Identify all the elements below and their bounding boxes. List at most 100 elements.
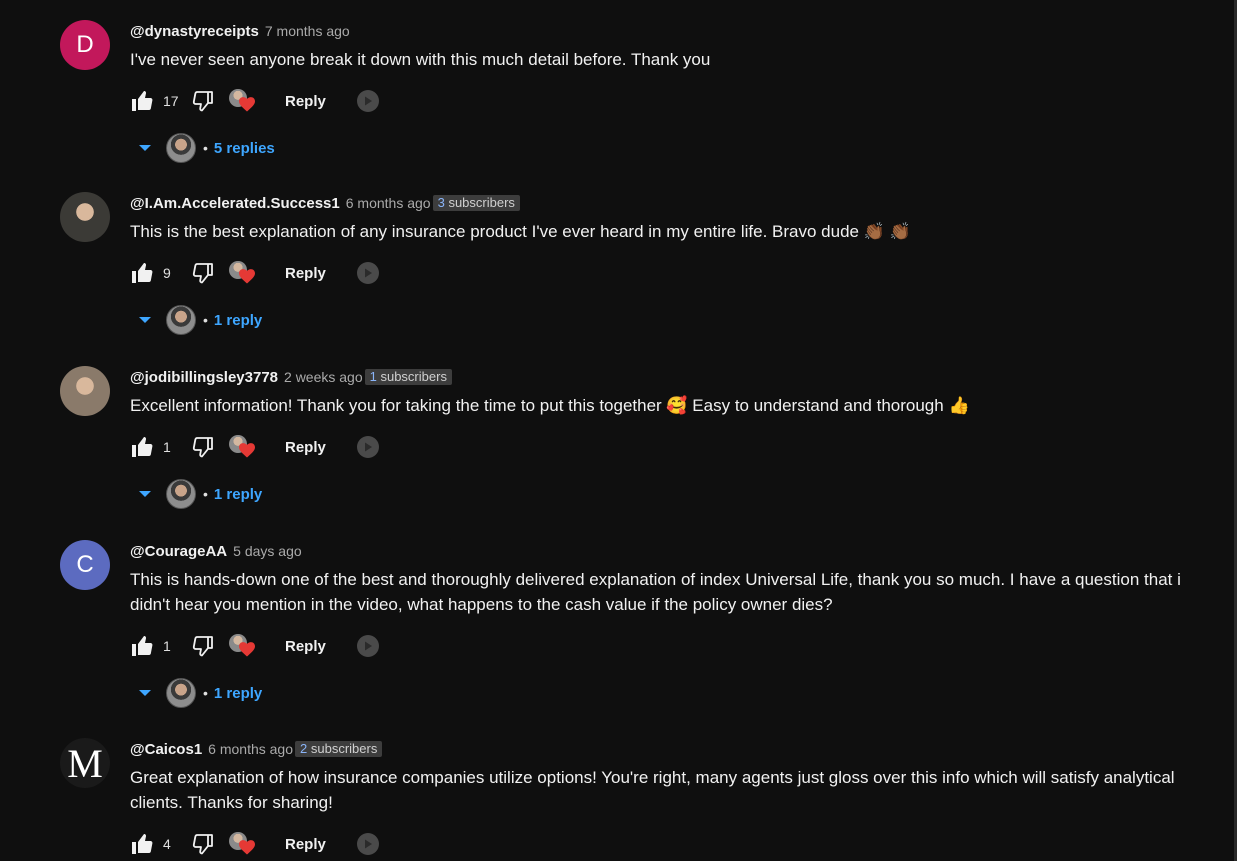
share-icon (356, 436, 379, 458)
separator-dot: • (203, 685, 208, 701)
chevron-down-icon[interactable] (138, 315, 152, 325)
separator-dot: • (203, 486, 208, 502)
author-handle[interactable]: @jodibillingsley3778 (130, 369, 278, 386)
author-handle[interactable]: @CourageAA (130, 543, 227, 560)
subscriber-suffix: subscribers (444, 195, 515, 210)
view-replies[interactable]: • 1 reply (130, 677, 1194, 709)
heart-icon (239, 269, 255, 284)
like-count: 1 (163, 638, 171, 654)
reply-avatar (166, 305, 196, 335)
reply-avatar (166, 133, 196, 163)
comment-header: @CourageAA 5 days ago (130, 540, 1194, 562)
like-count: 4 (163, 836, 171, 852)
like-button[interactable] (130, 261, 154, 285)
avatar[interactable] (60, 192, 110, 242)
avatar[interactable]: M (60, 738, 110, 788)
comment-actions: 4 Reply (130, 829, 1194, 859)
thumbs-up-icon (132, 263, 153, 283)
view-replies[interactable]: • 1 reply (130, 304, 1194, 336)
subscriber-badge: 1 subscribers (364, 369, 452, 385)
subscriber-suffix: subscribers (376, 369, 447, 384)
comment-time[interactable]: 2 weeks ago (284, 369, 363, 385)
like-button[interactable] (130, 832, 154, 856)
subscriber-badge: 3 subscribers (432, 195, 520, 211)
chevron-down-icon[interactable] (138, 143, 152, 153)
chevron-down-icon[interactable] (138, 688, 152, 698)
author-handle[interactable]: @Caicos1 (130, 741, 202, 758)
comment-actions: 1 Reply (130, 631, 1194, 661)
replies-link[interactable]: 1 reply (214, 486, 262, 503)
avatar-letter: C (76, 551, 94, 578)
comment-time[interactable]: 7 months ago (265, 23, 350, 39)
view-replies[interactable]: • 1 reply (130, 478, 1194, 510)
dislike-button[interactable] (191, 832, 215, 856)
avatar[interactable]: C (60, 540, 110, 590)
thumbs-up-icon (132, 834, 153, 854)
heart-icon (239, 97, 255, 112)
share-button[interactable] (356, 89, 380, 113)
creator-heart (229, 632, 257, 660)
comment-time[interactable]: 6 months ago (346, 195, 431, 211)
subscriber-count: 3 (437, 195, 445, 210)
view-replies[interactable]: • 5 replies (130, 132, 1194, 164)
comment-text: I've never seen anyone break it down wit… (130, 50, 711, 69)
share-button[interactable] (356, 261, 380, 285)
comment-actions: 17 Reply (130, 86, 1194, 116)
share-icon (356, 90, 379, 112)
comment-header: @jodibillingsley3778 2 weeks ago 1 subsc… (130, 366, 1194, 388)
comment-time[interactable]: 5 days ago (233, 543, 302, 559)
thumbs-up-icon (132, 636, 153, 656)
reply-button[interactable]: Reply (285, 265, 326, 282)
comment-body: @I.Am.Accelerated.Success1 6 months ago … (130, 192, 1194, 336)
dislike-button[interactable] (191, 261, 215, 285)
thumbs-down-icon (192, 91, 213, 112)
thumbs-down-icon (192, 834, 213, 855)
comment-text: Excellent information! Thank you for tak… (130, 396, 970, 415)
comment-time[interactable]: 6 months ago (208, 741, 293, 757)
comment-body: @CourageAA 5 days ago This is hands-down… (130, 540, 1194, 709)
reply-button[interactable]: Reply (285, 836, 326, 853)
share-button[interactable] (356, 634, 380, 658)
dislike-button[interactable] (191, 435, 215, 459)
thumbs-down-icon (192, 437, 213, 458)
reply-button[interactable]: Reply (285, 439, 326, 456)
reply-button[interactable]: Reply (285, 93, 326, 110)
subscriber-suffix: subscribers (307, 741, 378, 756)
thumbs-up-icon (132, 437, 153, 457)
replies-link[interactable]: 5 replies (214, 140, 275, 157)
avatar[interactable] (60, 366, 110, 416)
separator-dot: • (203, 140, 208, 156)
comment-actions: 1 Reply (130, 432, 1194, 462)
thumbs-down-icon (192, 636, 213, 657)
comment-header: @dynastyreceipts 7 months ago (130, 20, 1194, 42)
creator-heart (229, 830, 257, 858)
avatar-letter: D (76, 31, 94, 58)
comment-thread-list: D @dynastyreceipts 7 months ago I've nev… (0, 0, 1237, 861)
like-button[interactable] (130, 89, 154, 113)
comment-body: @dynastyreceipts 7 months ago I've never… (130, 20, 1194, 164)
replies-link[interactable]: 1 reply (214, 312, 262, 329)
thumbs-down-icon (192, 263, 213, 284)
like-button[interactable] (130, 435, 154, 459)
dislike-button[interactable] (191, 89, 215, 113)
share-icon (356, 833, 379, 855)
comment-body: @jodibillingsley3778 2 weeks ago 1 subsc… (130, 366, 1194, 510)
comment-text: Great explanation of how insurance compa… (130, 768, 1175, 812)
avatar[interactable]: D (60, 20, 110, 70)
author-handle[interactable]: @dynastyreceipts (130, 23, 259, 40)
comment-header: @Caicos1 6 months ago 2 subscribers (130, 738, 1194, 760)
subscriber-count: 1 (369, 369, 377, 384)
reply-button[interactable]: Reply (285, 638, 326, 655)
share-button[interactable] (356, 435, 380, 459)
like-button[interactable] (130, 634, 154, 658)
heart-icon (239, 443, 255, 458)
avatar-letter: M (67, 740, 103, 786)
replies-link[interactable]: 1 reply (214, 685, 262, 702)
separator-dot: • (203, 312, 208, 328)
chevron-down-icon[interactable] (138, 489, 152, 499)
subscriber-badge: 2 subscribers (295, 741, 383, 757)
comment-header: @I.Am.Accelerated.Success1 6 months ago … (130, 192, 1194, 214)
author-handle[interactable]: @I.Am.Accelerated.Success1 (130, 195, 340, 212)
share-button[interactable] (356, 832, 380, 856)
dislike-button[interactable] (191, 634, 215, 658)
